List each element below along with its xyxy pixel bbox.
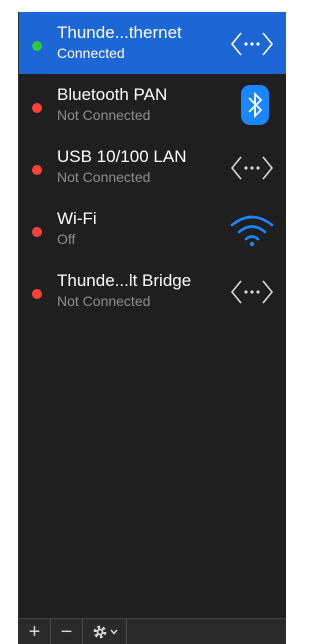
- service-list: Thunde...thernet Connected Bluetooth PAN…: [19, 12, 286, 618]
- service-status: Connected: [57, 45, 125, 61]
- service-name: USB 10/100 LAN: [57, 147, 187, 166]
- status-dot-connected: [32, 41, 42, 51]
- gear-icon: [91, 623, 109, 641]
- add-service-button[interactable]: +: [19, 619, 51, 644]
- remove-service-button[interactable]: −: [51, 619, 83, 644]
- status-dot-not-connected: [32, 289, 42, 299]
- service-row-usb-lan[interactable]: USB 10/100 LAN Not Connected: [19, 136, 286, 198]
- wifi-icon: [228, 211, 276, 249]
- service-status: Not Connected: [57, 293, 151, 309]
- chevron-down-icon: [109, 627, 119, 637]
- bluetooth-icon: [241, 85, 269, 125]
- service-status: Off: [57, 231, 76, 247]
- network-services-panel: Thunde...thernet Connected Bluetooth PAN…: [18, 12, 286, 644]
- service-status: Not Connected: [57, 169, 151, 185]
- ethernet-arrows-icon: [228, 149, 276, 187]
- service-name: Bluetooth PAN: [57, 85, 168, 104]
- service-row-wifi[interactable]: Wi-Fi Off: [19, 198, 286, 260]
- action-menu-button[interactable]: [83, 619, 127, 644]
- service-name: Thunde...lt Bridge: [57, 271, 192, 290]
- service-name: Wi-Fi: [57, 209, 97, 228]
- service-row-thunderbolt-ethernet[interactable]: Thunde...thernet Connected: [19, 12, 286, 74]
- service-row-bluetooth-pan[interactable]: Bluetooth PAN Not Connected: [19, 74, 286, 136]
- status-dot-not-connected: [32, 165, 42, 175]
- service-toolbar: + −: [19, 618, 286, 644]
- status-dot-off: [32, 227, 42, 237]
- ethernet-arrows-icon: [228, 273, 276, 311]
- service-status: Not Connected: [57, 107, 151, 123]
- status-dot-not-connected: [32, 103, 42, 113]
- service-name: Thunde...thernet: [57, 23, 182, 42]
- service-row-thunderbolt-bridge[interactable]: Thunde...lt Bridge Not Connected: [19, 260, 286, 322]
- ethernet-arrows-icon: [228, 25, 276, 63]
